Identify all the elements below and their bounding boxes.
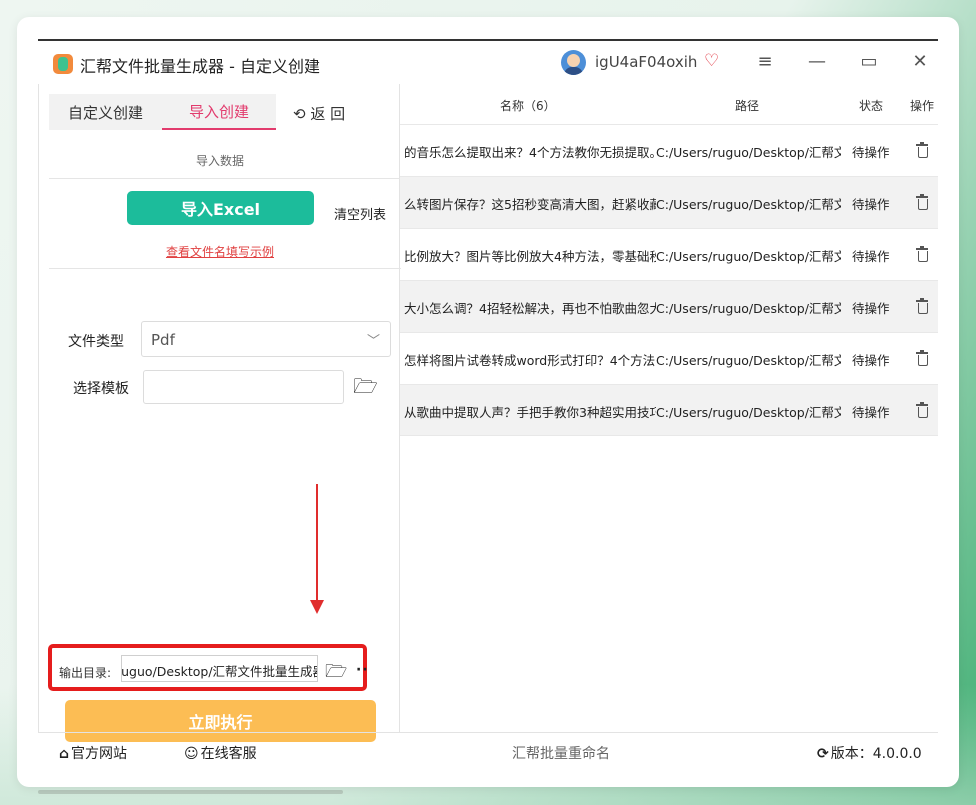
undo-arrow-icon: ⟲	[293, 105, 306, 123]
app-window: 汇帮文件批量生成器 - 自定义创建 igU4aF04oxih ♡ ≡ — ▭ ✕…	[38, 39, 938, 767]
tab-custom-create[interactable]: 自定义创建	[49, 94, 162, 130]
support-label: 在线客服	[200, 746, 257, 762]
delete-icon[interactable]	[915, 193, 929, 211]
file-type-select[interactable]: Pdf ﹀	[141, 321, 391, 357]
vip-heart-icon[interactable]: ♡	[704, 51, 719, 71]
output-dir-input[interactable]: ruguo/Desktop/汇帮文件批量生成器	[121, 655, 318, 682]
chevron-down-icon: ﹀	[366, 334, 380, 349]
table-row[interactable]: 的音乐怎么提取出来？4个方法教你无损提取。 C:/Users/ruguo/Des…	[400, 124, 938, 176]
online-support-link[interactable]: ☺ 在线客服	[184, 743, 257, 763]
window-title: 汇帮文件批量生成器 - 自定义创建	[80, 57, 320, 76]
website-label: 官方网站	[71, 746, 128, 762]
table-row[interactable]: 么转图片保存？这5招秒变高清大图，赶紧收藏 C:/Users/ruguo/Des…	[400, 176, 938, 228]
left-panel: 自定义创建 导入创建 ⟲ 返 回 导入数据 导入Excel 清空列表 查看文件名…	[38, 84, 401, 742]
delete-icon[interactable]	[915, 141, 929, 159]
table-row[interactable]: 怎样将图片试卷转成word形式打印？4个方法 C:/Users/ruguo/De…	[400, 332, 938, 384]
support-agent-icon: ☺	[184, 746, 199, 762]
back-button[interactable]: ⟲ 返 回	[293, 103, 345, 124]
row-status: 待操作	[852, 353, 890, 368]
row-status: 待操作	[852, 197, 890, 212]
output-dir-label: 输出目录:	[59, 666, 112, 680]
row-status: 待操作	[852, 405, 890, 420]
maximize-icon[interactable]: ▭	[857, 51, 881, 72]
row-path: C:/Users/ruguo/Desktop/汇帮文	[656, 353, 841, 368]
column-status: 状态	[859, 99, 884, 113]
close-icon[interactable]: ✕	[908, 51, 932, 72]
template-label: 选择模板	[73, 381, 129, 397]
divider	[49, 268, 401, 269]
tab-import-create[interactable]: 导入创建	[162, 94, 276, 130]
home-icon: ⌂	[59, 746, 70, 762]
row-path: C:/Users/ruguo/Desktop/汇帮文	[656, 197, 841, 212]
template-input[interactable]	[143, 370, 344, 404]
table-row[interactable]: 比例放大？图片等比例放大4种方法，零基础秒 C:/Users/ruguo/Des…	[400, 228, 938, 280]
version-number: 4.0.0.0	[872, 746, 922, 762]
delete-icon[interactable]	[915, 349, 929, 367]
back-label: 返 回	[310, 105, 346, 123]
delete-icon[interactable]	[915, 245, 929, 263]
row-path: C:/Users/ruguo/Desktop/汇帮文	[656, 145, 841, 160]
delete-icon[interactable]	[915, 297, 929, 315]
row-name: 从歌曲中提取人声？手把手教你3种超实用技巧	[404, 405, 656, 420]
row-path: C:/Users/ruguo/Desktop/汇帮文	[656, 301, 841, 316]
annotation-arrow-head	[310, 600, 324, 614]
delete-icon[interactable]	[915, 401, 929, 419]
section-label: 导入数据	[195, 154, 244, 168]
username[interactable]: igU4aF04oxih	[595, 53, 697, 71]
footer-bar: ⌂ 官方网站 ☺ 在线客服 汇帮批量重命名 ⟳ 版本：4.0.0.0	[38, 732, 938, 769]
row-name: 大小怎么调？4招轻松解决，再也不怕歌曲忽大	[404, 301, 656, 316]
file-type-label: 文件类型	[68, 334, 124, 350]
column-name: 名称（6）	[500, 99, 556, 113]
row-name: 么转图片保存？这5招秒变高清大图，赶紧收藏	[404, 197, 656, 212]
row-name: 怎样将图片试卷转成word形式打印？4个方法	[404, 353, 656, 368]
output-folder-icon[interactable]: 🗁	[325, 659, 347, 689]
divider	[49, 178, 401, 179]
more-options-icon[interactable]: ··	[356, 662, 369, 678]
row-name: 比例放大？图片等比例放大4种方法，零基础秒	[404, 249, 656, 264]
table-row[interactable]: 从歌曲中提取人声？手把手教你3种超实用技巧 C:/Users/ruguo/Des…	[400, 384, 938, 436]
version-label: 版本：	[830, 746, 873, 762]
file-type-value: Pdf	[151, 331, 175, 349]
row-status: 待操作	[852, 249, 890, 264]
row-status: 待操作	[852, 301, 890, 316]
template-folder-icon[interactable]: 🗁	[353, 372, 378, 406]
import-excel-button[interactable]: 导入Excel	[127, 191, 314, 225]
minimize-icon[interactable]: —	[805, 51, 829, 72]
file-table: 名称（6） 路径 状态 操作 的音乐怎么提取出来？4个方法教你无损提取。 C:/…	[400, 84, 938, 732]
app-logo-icon	[53, 54, 73, 74]
row-path: C:/Users/ruguo/Desktop/汇帮文	[656, 405, 841, 420]
row-path: C:/Users/ruguo/Desktop/汇帮文	[656, 249, 841, 264]
row-status: 待操作	[852, 145, 890, 160]
product-name: 汇帮批量重命名	[512, 746, 610, 762]
menu-icon[interactable]: ≡	[753, 51, 777, 72]
user-avatar-icon[interactable]	[561, 50, 586, 75]
title-bar: 汇帮文件批量生成器 - 自定义创建 igU4aF04oxih ♡ ≡ — ▭ ✕	[38, 41, 938, 84]
table-header: 名称（6） 路径 状态 操作	[400, 84, 938, 124]
version-info[interactable]: ⟳ 版本：4.0.0.0	[817, 743, 922, 763]
clear-list-button[interactable]: 清空列表	[334, 204, 386, 223]
annotation-arrow	[316, 484, 318, 602]
table-row[interactable]: 大小怎么调？4招轻松解决，再也不怕歌曲忽大 C:/Users/ruguo/Des…	[400, 280, 938, 332]
refresh-icon: ⟳	[817, 746, 829, 762]
background-bar	[38, 790, 343, 794]
row-name: 的音乐怎么提取出来？4个方法教你无损提取。	[404, 145, 656, 160]
column-action: 操作	[910, 99, 935, 113]
official-website-link[interactable]: ⌂ 官方网站	[59, 743, 127, 763]
filename-example-link[interactable]: 查看文件名填写示例	[39, 243, 401, 260]
column-path: 路径	[735, 99, 760, 113]
